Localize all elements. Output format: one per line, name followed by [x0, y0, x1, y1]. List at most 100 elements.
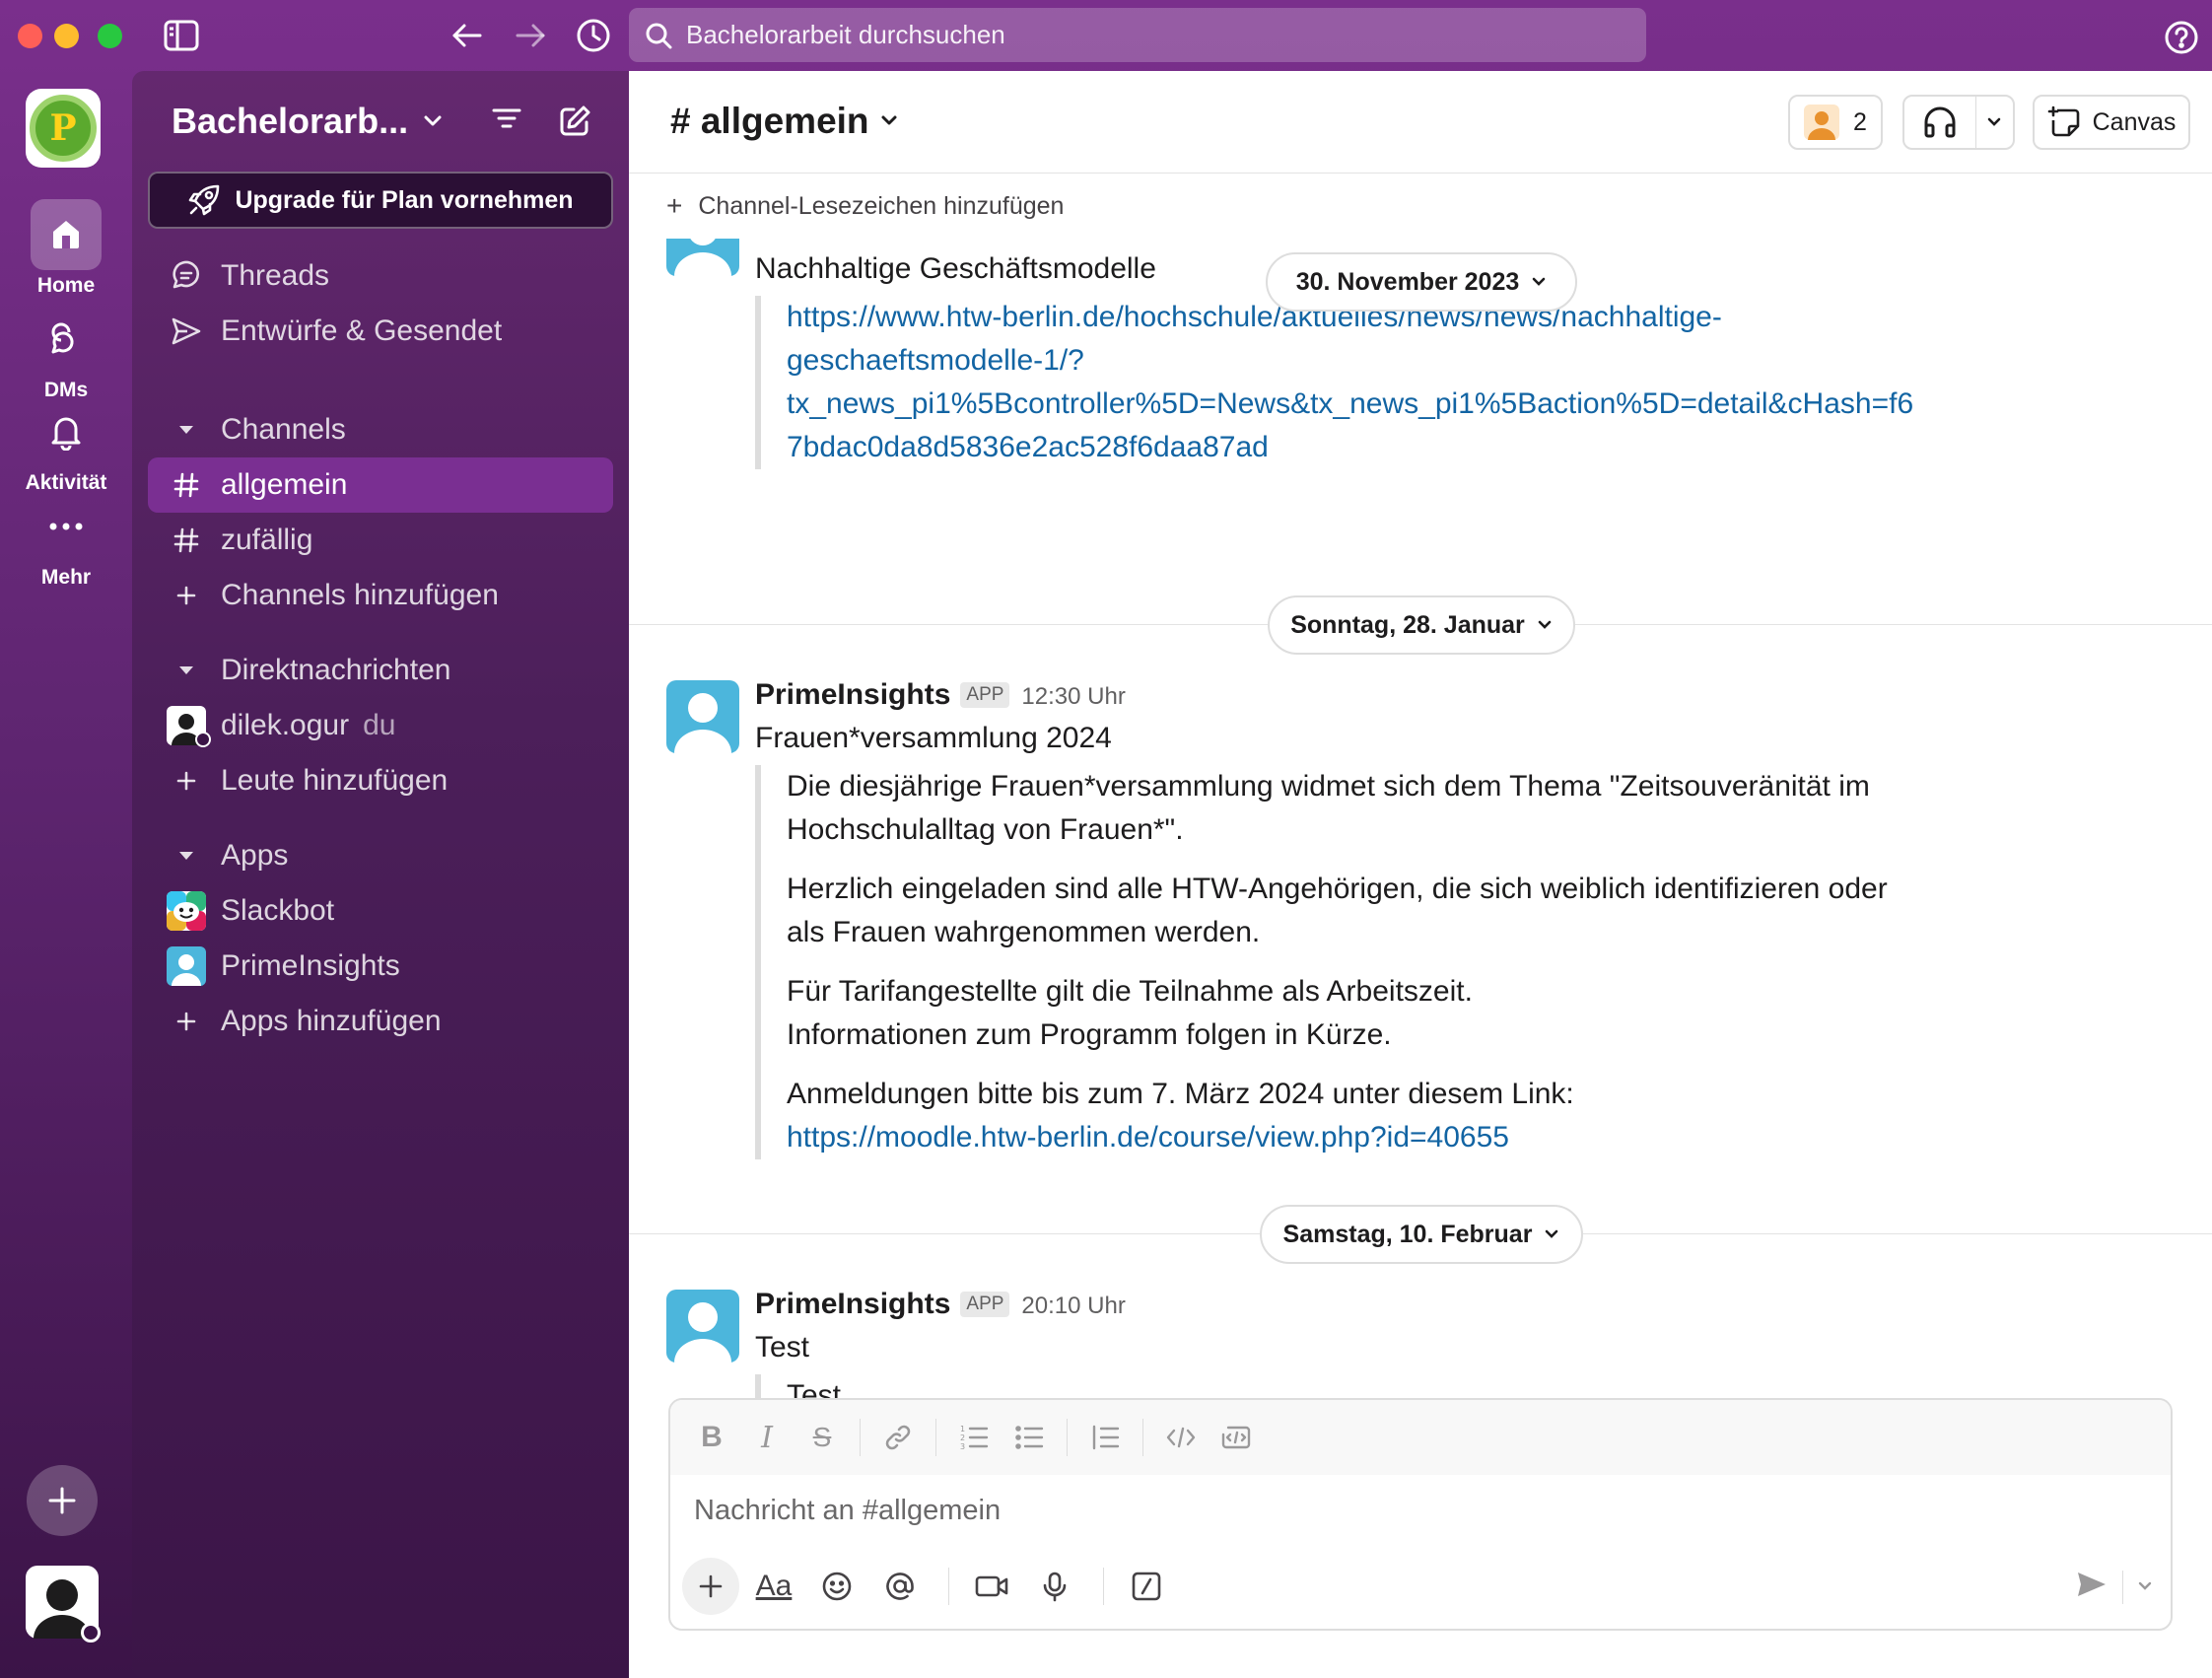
- sidebar-item-allgemein[interactable]: allgemein: [148, 457, 613, 513]
- message-time[interactable]: 20:10 Uhr: [1021, 1293, 1125, 1320]
- add-workspace-button[interactable]: [27, 1465, 98, 1536]
- message-author[interactable]: PrimeInsights: [755, 678, 950, 712]
- date-separator-button[interactable]: 30. November 2023: [1266, 252, 1577, 312]
- message-avatar[interactable]: [666, 239, 739, 276]
- message-link[interactable]: geschaeftsmodelle-1/?: [787, 339, 1913, 383]
- message-time[interactable]: 12:30 Uhr: [1021, 683, 1125, 711]
- search-bar[interactable]: Bachelorarbeit durchsuchen: [629, 8, 1646, 62]
- workspace-rail: P Home DMs Aktivität Mehr: [0, 71, 132, 1678]
- text-format-icon[interactable]: Aa: [745, 1558, 802, 1615]
- filter-icon[interactable]: [491, 105, 522, 137]
- message-link[interactable]: tx_news_pi1%5Bcontroller%5D=News&tx_news…: [787, 383, 1913, 426]
- toolbar-divider: [935, 1419, 936, 1456]
- sidebar-item-slackbot[interactable]: Slackbot: [148, 883, 613, 939]
- blockquote-icon[interactable]: [1077, 1410, 1133, 1465]
- channel-sidebar: Bachelorarb... Upgrade für Plan vornehme…: [132, 71, 629, 1678]
- message-author[interactable]: PrimeInsights: [755, 1288, 950, 1321]
- video-icon[interactable]: [963, 1558, 1020, 1615]
- window-close-button[interactable]: [18, 24, 42, 48]
- rail-home[interactable]: Home: [0, 199, 132, 298]
- rail-more[interactable]: Mehr: [0, 491, 132, 590]
- rail-activity[interactable]: Aktivität: [0, 396, 132, 495]
- user-avatar[interactable]: [26, 1566, 101, 1643]
- sidebar-item-label: zufällig: [221, 524, 313, 556]
- code-block-icon[interactable]: [1209, 1410, 1264, 1465]
- shortcut-slash-icon[interactable]: [1118, 1558, 1175, 1615]
- add-channels-button[interactable]: Channels hinzufügen: [148, 568, 613, 623]
- ordered-list-icon[interactable]: 123: [946, 1410, 1002, 1465]
- send-icon[interactable]: [2075, 1570, 2108, 1604]
- microphone-icon[interactable]: [1026, 1558, 1083, 1615]
- add-apps-button[interactable]: Apps hinzufügen: [148, 994, 613, 1049]
- mention-icon[interactable]: [871, 1558, 929, 1615]
- canvas-button[interactable]: Canvas: [2033, 95, 2190, 150]
- dm-section-header[interactable]: Direktnachrichten: [148, 643, 613, 698]
- bell-icon: [31, 396, 102, 467]
- message-header: PrimeInsights APP 12:30 Uhr: [755, 678, 1126, 712]
- sidebar-item-primeinsights[interactable]: PrimeInsights: [148, 939, 613, 994]
- sidebar-toggle-icon[interactable]: [158, 12, 205, 59]
- workspace-avatar[interactable]: P: [26, 89, 101, 168]
- members-button[interactable]: 2: [1788, 95, 1883, 150]
- channel-header: # allgemein 2 Canvas: [629, 71, 2212, 174]
- emoji-icon[interactable]: [808, 1558, 865, 1615]
- hash-icon: [162, 471, 211, 499]
- message-input[interactable]: Nachricht an #allgemein: [694, 1495, 1001, 1527]
- attach-plus-icon[interactable]: [682, 1558, 739, 1615]
- window-minimize-button[interactable]: [54, 24, 79, 48]
- upgrade-plan-button[interactable]: Upgrade für Plan vornehmen: [148, 172, 613, 229]
- compose-icon[interactable]: [558, 105, 591, 143]
- more-dots-icon: [31, 491, 102, 562]
- presence-indicator: [195, 732, 211, 747]
- date-separator-button[interactable]: Samstag, 10. Februar: [1260, 1205, 1583, 1264]
- dm-you-label: du: [363, 709, 396, 741]
- user-avatar-small: [162, 706, 211, 747]
- sidebar-item-threads[interactable]: Threads: [148, 248, 613, 304]
- member-count: 2: [1853, 107, 1867, 136]
- sidebar-item-label: Threads: [221, 259, 330, 292]
- apps-section-header[interactable]: Apps: [148, 828, 613, 883]
- channel-title-button[interactable]: # allgemein: [670, 101, 899, 142]
- message-avatar[interactable]: [666, 1290, 739, 1363]
- date-separator-button[interactable]: Sonntag, 28. Januar: [1268, 595, 1575, 655]
- sidebar-item-dm-self[interactable]: dilek.ogur du: [148, 698, 613, 753]
- italic-icon[interactable]: I: [739, 1410, 795, 1465]
- message-link[interactable]: 7bdac0da8d5836e2ac528f6daa87ad: [787, 426, 1913, 469]
- workspace-menu-button[interactable]: Bachelorarb...: [172, 101, 444, 142]
- message-avatar[interactable]: [666, 680, 739, 753]
- forward-arrow-icon[interactable]: [507, 12, 554, 59]
- back-arrow-icon[interactable]: [444, 12, 491, 59]
- quote-line: als Frauen wahrgenommen werden.: [787, 916, 1261, 948]
- message-link[interactable]: https://moodle.htw-berlin.de/course/view…: [787, 1121, 1509, 1154]
- quote-line: Hochschulalltag von Frauen*".: [787, 813, 1184, 846]
- window-zoom-button[interactable]: [98, 24, 122, 48]
- chevron-down-icon: [1546, 1229, 1558, 1238]
- workspace-name: Bachelorarb...: [172, 101, 409, 141]
- channels-header-label: Channels: [221, 413, 346, 446]
- message-list: Nachhaltige Geschäftsmodelle https://www…: [629, 239, 2212, 1451]
- member-avatar-icon: [1804, 105, 1840, 140]
- sidebar-item-zufaellig[interactable]: zufällig: [148, 513, 613, 568]
- link-icon[interactable]: [870, 1410, 926, 1465]
- chevron-down-icon[interactable]: [2137, 1578, 2153, 1596]
- bulleted-list-icon[interactable]: [1002, 1410, 1057, 1465]
- sidebar-item-drafts[interactable]: Entwürfe & Gesendet: [148, 304, 613, 359]
- toolbar-divider: [1067, 1419, 1068, 1456]
- history-clock-icon[interactable]: [570, 12, 617, 59]
- add-people-button[interactable]: Leute hinzufügen: [148, 753, 613, 808]
- chevron-down-icon: [881, 115, 897, 125]
- add-bookmark-button[interactable]: + Channel-Lesezeichen hinzufügen: [629, 174, 2212, 239]
- home-icon: [31, 199, 102, 270]
- plus-icon: [162, 770, 211, 792]
- rail-dms[interactable]: DMs: [0, 304, 132, 402]
- add-apps-label: Apps hinzufügen: [221, 1005, 442, 1037]
- bold-icon[interactable]: B: [684, 1410, 739, 1465]
- title-bar: Bachelorarbeit durchsuchen: [0, 0, 2212, 71]
- help-icon[interactable]: [2164, 20, 2199, 60]
- huddle-button[interactable]: [1902, 95, 2015, 150]
- code-icon[interactable]: [1153, 1410, 1209, 1465]
- strikethrough-icon[interactable]: S: [795, 1410, 850, 1465]
- channels-section-header[interactable]: Channels: [148, 402, 613, 457]
- rocket-icon: [189, 184, 220, 216]
- caret-down-icon: [162, 850, 211, 862]
